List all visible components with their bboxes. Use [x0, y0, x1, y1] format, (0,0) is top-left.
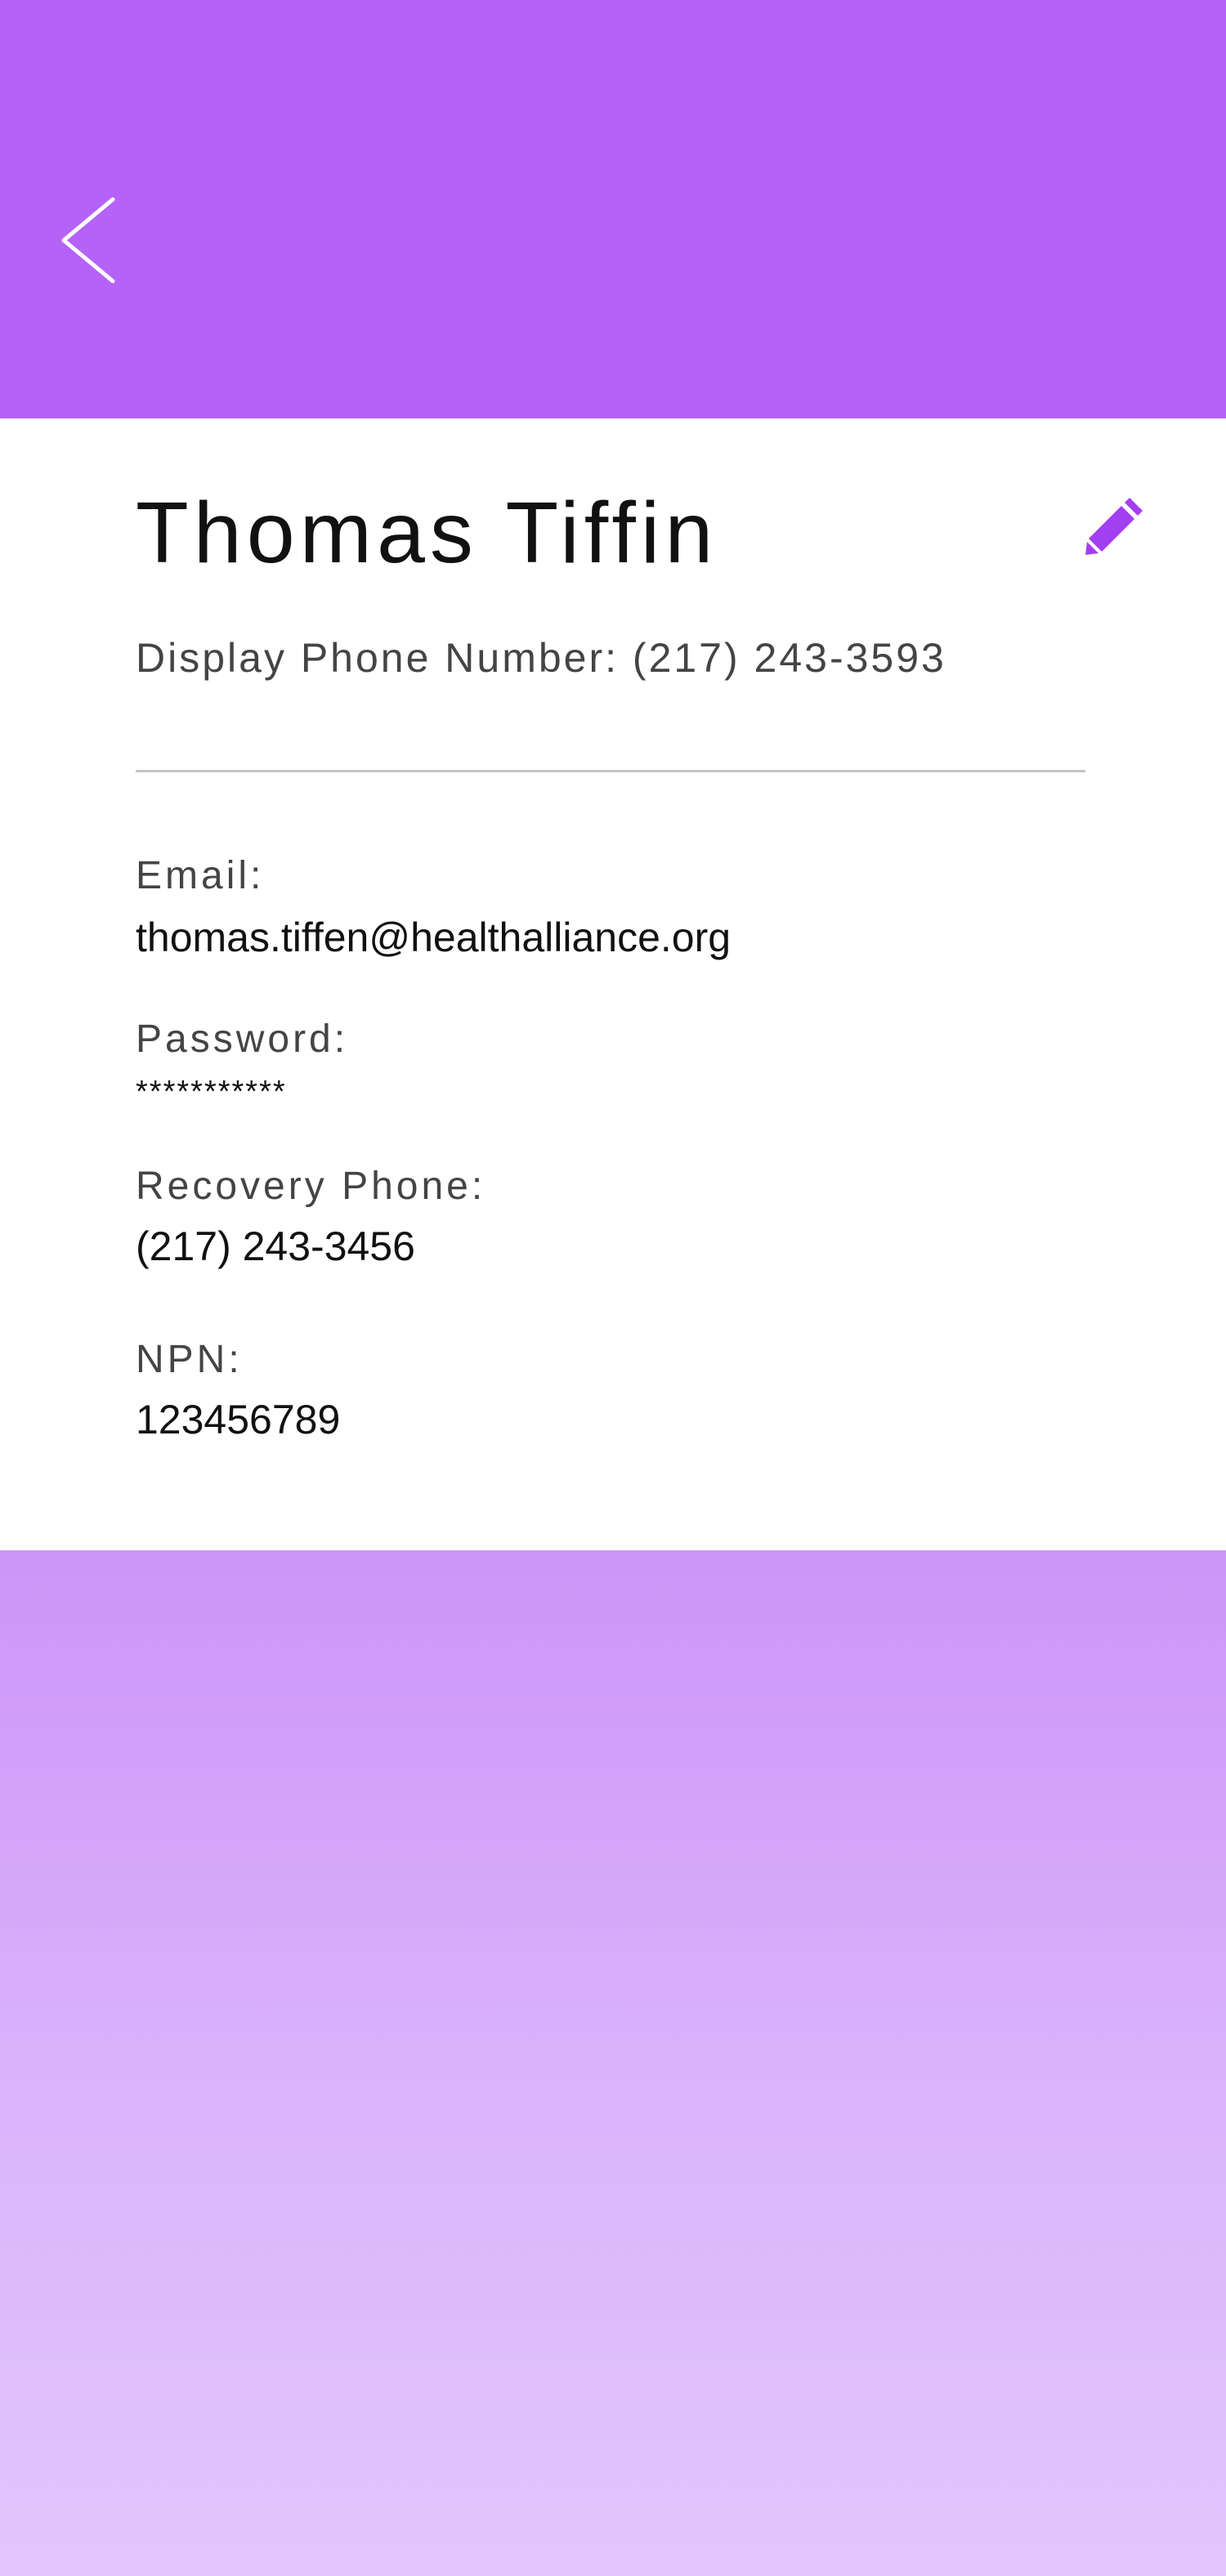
password-label: Password: [136, 1017, 349, 1061]
npn-label: NPN: [136, 1338, 243, 1381]
password-value: *********** [136, 1075, 287, 1109]
email-value: thomas.tiffen@healthalliance.org [136, 915, 732, 960]
email-label: Email: [136, 854, 265, 897]
profile-card: Thomas Tiffin Display Phone Number: (217… [0, 418, 1226, 1550]
npn-value: 123456789 [136, 1397, 341, 1442]
profile-name: Thomas Tiffin [136, 485, 718, 581]
background-gradient [0, 1550, 1226, 2576]
pencil-icon [1085, 498, 1143, 555]
edit-profile-button[interactable] [1084, 494, 1146, 557]
back-button[interactable] [49, 188, 123, 294]
header-bar [0, 0, 1226, 418]
recovery-phone-value: (217) 243-3456 [136, 1223, 415, 1269]
recovery-phone-label: Recovery Phone: [136, 1165, 486, 1208]
chevron-left-icon [61, 197, 115, 284]
display-phone-number: Display Phone Number: (217) 243-3593 [136, 635, 946, 681]
divider [136, 770, 1085, 772]
